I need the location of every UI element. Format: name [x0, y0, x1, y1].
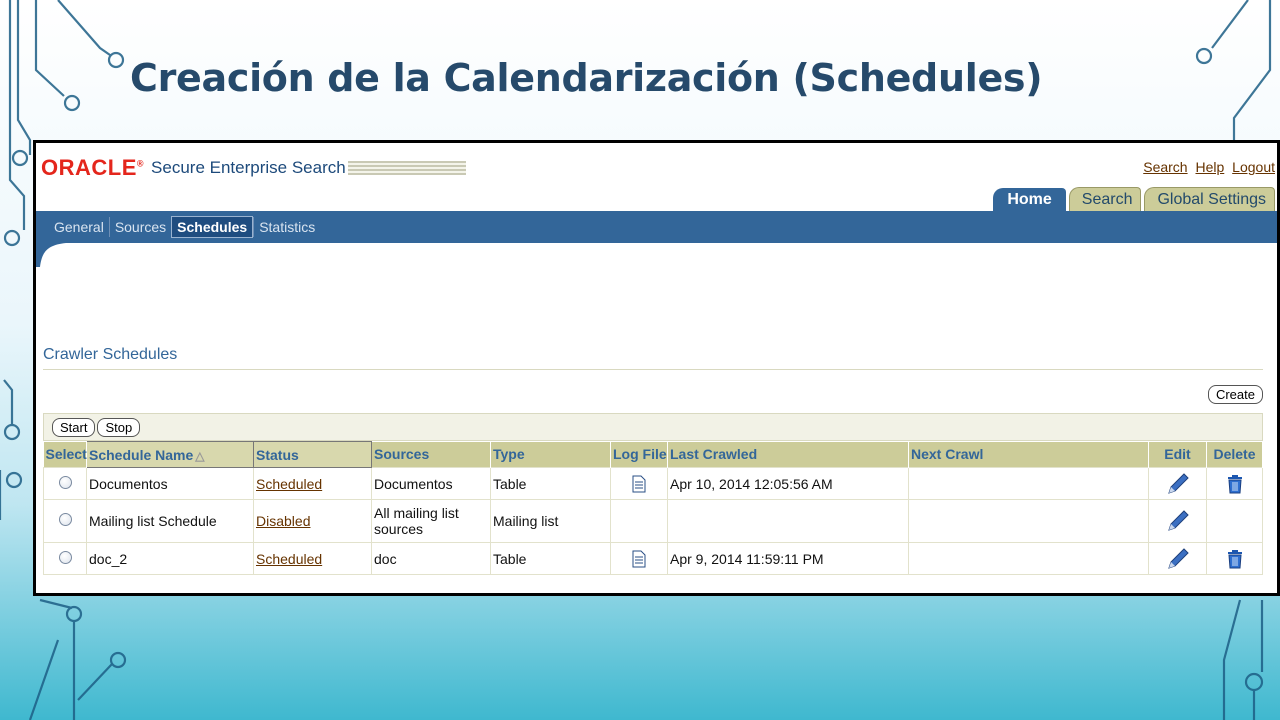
document-icon[interactable] — [632, 475, 646, 493]
section-title: Crawler Schedules — [43, 346, 178, 363]
tab-search[interactable]: Search — [1068, 187, 1142, 212]
status-link[interactable]: Scheduled — [256, 551, 322, 567]
col-delete: Delete — [1206, 441, 1263, 468]
pencil-icon[interactable] — [1166, 509, 1190, 533]
table-row: Mailing list Schedule Disabled All maili… — [43, 499, 1263, 543]
col-last-crawled: Last Crawled — [667, 441, 909, 468]
schedule-name: Documentos — [86, 467, 254, 500]
col-status[interactable]: Status — [253, 441, 372, 468]
start-button[interactable]: Start — [52, 417, 96, 437]
subnav-sources[interactable]: Sources — [108, 217, 171, 237]
col-next-crawl: Next Crawl — [908, 441, 1149, 468]
stop-button[interactable]: Stop — [97, 417, 141, 437]
table-row: Documentos Scheduled Documentos Table Ap… — [43, 467, 1263, 500]
document-icon[interactable] — [632, 550, 646, 568]
type-cell: Mailing list — [490, 499, 611, 543]
status-link[interactable]: Disabled — [256, 513, 310, 529]
tab-home[interactable]: Home — [993, 188, 1066, 212]
global-links: Search Help Logout — [1139, 159, 1275, 175]
brand-stripes — [347, 161, 466, 175]
global-link-logout[interactable]: Logout — [1232, 159, 1275, 175]
next-crawl-cell — [908, 467, 1149, 500]
select-radio[interactable] — [58, 550, 72, 564]
create-button[interactable]: Create — [1207, 385, 1263, 404]
sort-ascending-icon: △ — [195, 448, 205, 463]
schedules-table-wrap: Start Stop Select Schedule Name △ Status … — [43, 413, 1263, 575]
pencil-icon[interactable] — [1166, 547, 1190, 571]
col-type: Type — [490, 441, 611, 468]
slide-title: Creación de la Calendarización (Schedule… — [130, 56, 1043, 100]
subnav-general[interactable]: General — [49, 217, 109, 237]
subnav-curve — [36, 243, 66, 267]
col-log-file: Log File — [610, 441, 668, 468]
brand: ORACLE® Secure Enterprise Search — [41, 155, 466, 181]
oracle-logo: ORACLE® — [41, 155, 145, 180]
app-screenshot: ORACLE® Secure Enterprise Search Search … — [33, 140, 1280, 596]
col-sources: Sources — [371, 441, 491, 468]
global-link-search[interactable]: Search — [1143, 159, 1187, 175]
schedule-name: Mailing list Schedule — [86, 499, 254, 543]
trash-icon[interactable] — [1227, 549, 1243, 569]
type-cell: Table — [490, 542, 611, 575]
next-crawl-cell — [908, 542, 1149, 575]
pencil-icon[interactable] — [1166, 472, 1190, 496]
tab-global-settings[interactable]: Global Settings — [1144, 187, 1275, 212]
subnav: General Sources Schedules Statistics — [36, 211, 1277, 243]
last-crawled-cell — [667, 499, 909, 543]
schedules-table: Select Schedule Name △ Status Sources Typ… — [43, 441, 1263, 575]
col-edit: Edit — [1148, 441, 1207, 468]
global-link-help[interactable]: Help — [1195, 159, 1224, 175]
schedule-name: doc_2 — [86, 542, 254, 575]
sources-cell: doc — [371, 542, 491, 575]
table-row: doc_2 Scheduled doc Table Apr 9, 2014 11… — [43, 542, 1263, 575]
table-action-bar: Start Stop — [43, 413, 1263, 441]
col-schedule-name[interactable]: Schedule Name △ — [86, 441, 254, 468]
last-crawled-cell: Apr 10, 2014 12:05:56 AM — [667, 467, 909, 500]
product-name: Secure Enterprise Search — [151, 158, 346, 177]
last-crawled-cell: Apr 9, 2014 11:59:11 PM — [667, 542, 909, 575]
col-select: Select — [43, 441, 87, 468]
table-header-row: Select Schedule Name △ Status Sources Typ… — [43, 441, 1263, 468]
main-tabs: Home Search Global Settings — [990, 187, 1275, 212]
section-divider — [43, 369, 1263, 370]
sources-cell: Documentos — [371, 467, 491, 500]
sources-cell: All mailing list sources — [371, 499, 491, 543]
trash-icon[interactable] — [1227, 474, 1243, 494]
subnav-schedules[interactable]: Schedules — [171, 216, 254, 238]
select-radio[interactable] — [58, 475, 72, 489]
select-radio[interactable] — [58, 513, 72, 526]
type-cell: Table — [490, 467, 611, 500]
subnav-statistics[interactable]: Statistics — [253, 217, 320, 237]
next-crawl-cell — [908, 499, 1149, 543]
status-link[interactable]: Scheduled — [256, 476, 322, 492]
